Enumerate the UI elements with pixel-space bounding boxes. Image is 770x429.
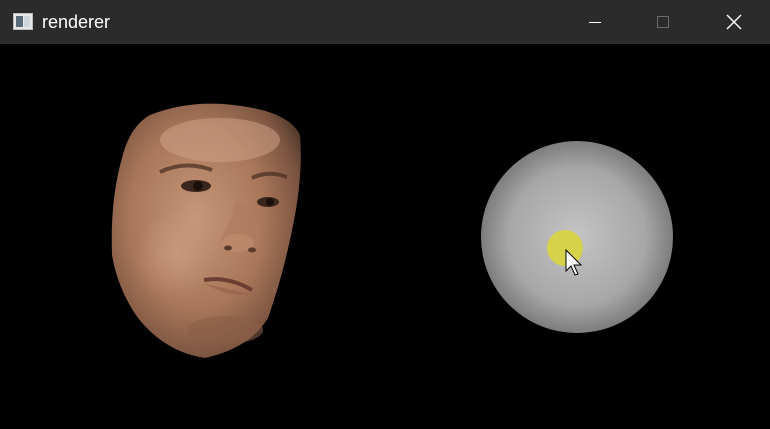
app-window-icon bbox=[13, 13, 33, 30]
close-button[interactable] bbox=[711, 0, 757, 44]
light-source-marker[interactable] bbox=[547, 230, 583, 266]
window-title: renderer bbox=[42, 12, 111, 32]
close-icon bbox=[726, 14, 742, 30]
maximize-button[interactable] bbox=[640, 0, 686, 44]
title-bar[interactable]: renderer bbox=[0, 0, 770, 44]
renderer-window: renderer bbox=[0, 0, 770, 429]
maximize-icon bbox=[657, 16, 669, 28]
minimize-button[interactable] bbox=[572, 0, 618, 44]
face-mesh bbox=[111, 103, 301, 358]
render-scene bbox=[111, 103, 673, 358]
render-viewport[interactable] bbox=[0, 44, 770, 429]
minimize-icon bbox=[589, 22, 601, 23]
